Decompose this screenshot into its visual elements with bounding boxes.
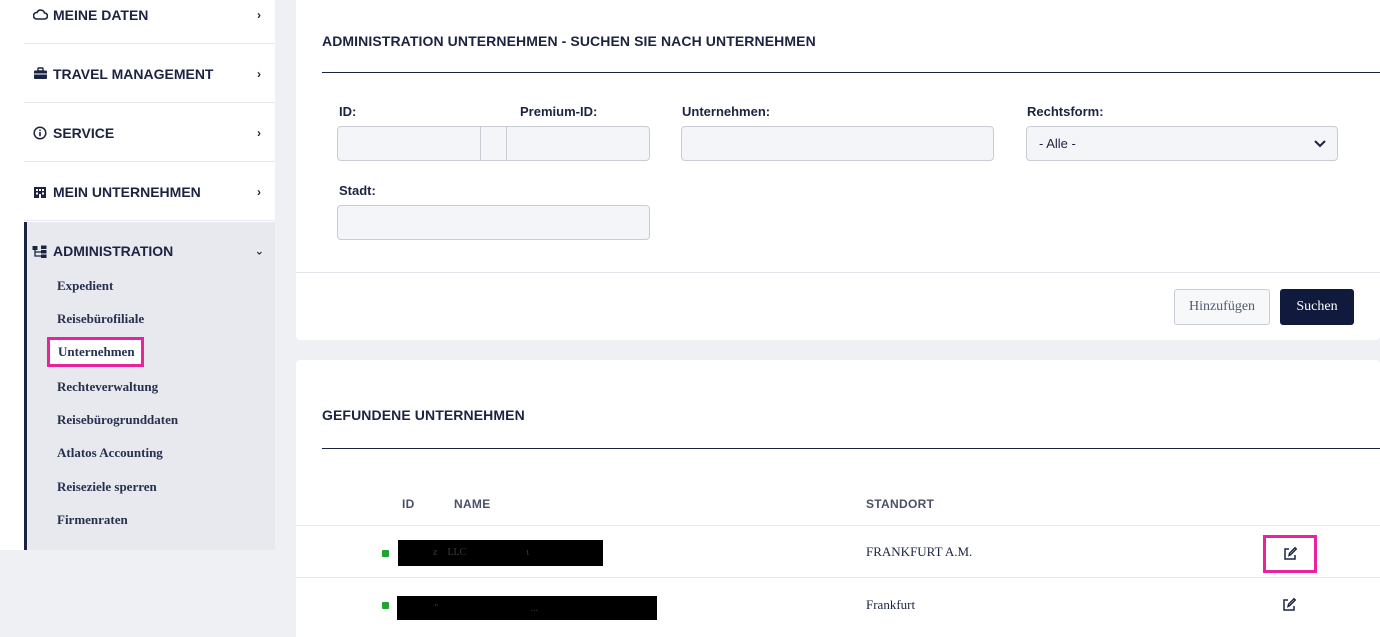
chevron-right-icon: › [257, 66, 261, 81]
location-cell: FRANKFURT A.M. [866, 544, 973, 559]
city-input[interactable] [337, 205, 650, 240]
results-panel: GEFUNDENE UNTERNEHMEN ID NAME STANDORT z… [296, 360, 1380, 637]
city-label: Stadt: [339, 183, 376, 198]
location-cell: Frankfurt [866, 597, 916, 612]
info-icon [32, 125, 48, 140]
company-label: Unternehmen: [682, 104, 771, 119]
chevron-right-icon: › [257, 184, 261, 199]
company-input[interactable] [681, 126, 994, 161]
divider [296, 272, 1380, 273]
column-header-name[interactable]: NAME [454, 497, 491, 511]
nav-label: MEIN UNTERNEHMEN [53, 183, 201, 200]
column-header-location[interactable]: STANDORT [866, 497, 934, 511]
nav-label: MEINE DATEN [53, 6, 149, 23]
nav-label: ADMINISTRATION [53, 243, 174, 259]
legal-form-label: Rechtsform: [1027, 104, 1104, 119]
sitemap-icon [32, 244, 48, 258]
status-indicator [382, 602, 389, 609]
edit-icon [1284, 546, 1298, 560]
sidebar: MEINE DATEN › TRAVEL MANAGEMENT › SERVIC… [0, 0, 275, 550]
chevron-down-icon [1313, 136, 1327, 150]
legal-form-select[interactable]: - Alle - [1026, 126, 1338, 161]
nav-service[interactable]: SERVICE › [24, 104, 275, 162]
table-row[interactable]: '' ... Frankfurt [296, 577, 1380, 629]
briefcase-icon [32, 67, 48, 81]
nav-travel-management[interactable]: TRAVEL MANAGEMENT › [24, 45, 275, 103]
subnav-firmenraten[interactable]: Firmenraten [57, 510, 128, 530]
building-icon [32, 185, 48, 199]
subnav-atlatos-accounting[interactable]: Atlatos Accounting [57, 443, 163, 463]
column-header-id[interactable]: ID [402, 497, 415, 511]
id-input[interactable] [337, 126, 481, 161]
nav-label: SERVICE [53, 124, 115, 141]
nav-meine-daten[interactable]: MEINE DATEN › [24, 0, 275, 44]
add-button[interactable]: Hinzufügen [1174, 289, 1270, 325]
chevron-right-icon: › [257, 125, 261, 140]
search-panel: ADMINISTRATION UNTERNEHMEN - SUCHEN SIE … [296, 0, 1380, 340]
chevron-right-icon: › [257, 7, 261, 22]
redacted-name: z LLC ι [398, 540, 603, 566]
subnav-reisebuerofiliale[interactable]: Reisebürofiliale [57, 309, 144, 329]
premium-id-label: Premium-ID: [520, 104, 598, 119]
divider [322, 448, 1380, 449]
search-button[interactable]: Suchen [1280, 289, 1354, 325]
edit-button[interactable] [1281, 597, 1299, 615]
nav-administration[interactable]: ADMINISTRATION ⌄ [27, 222, 275, 280]
nav-mein-unternehmen[interactable]: MEIN UNTERNEHMEN › [24, 163, 275, 221]
id-separator [481, 126, 507, 161]
nav-administration-group: ADMINISTRATION ⌄ Expedient Reisebürofili… [24, 222, 275, 550]
edit-button[interactable] [1263, 535, 1317, 573]
nav-label: TRAVEL MANAGEMENT [53, 65, 214, 82]
chevron-down-icon: ⌄ [254, 245, 264, 258]
legal-form-value: - Alle - [1039, 136, 1076, 151]
subnav-rechteverwaltung[interactable]: Rechteverwaltung [57, 377, 158, 397]
subnav-reisebuerogrunddaten[interactable]: Reisebürogrunddaten [57, 410, 178, 430]
status-indicator [382, 550, 389, 557]
cloud-icon [32, 8, 48, 22]
edit-icon [1283, 597, 1297, 611]
redacted-name: '' ... [397, 596, 657, 620]
results-title: GEFUNDENE UNTERNEHMEN [322, 407, 525, 423]
subnav-expedient[interactable]: Expedient [57, 276, 113, 296]
table-row[interactable]: z LLC ι FRANKFURT A.M. [296, 525, 1380, 577]
search-title: ADMINISTRATION UNTERNEHMEN - SUCHEN SIE … [322, 33, 816, 49]
divider [322, 72, 1380, 73]
premium-id-input[interactable] [507, 126, 650, 161]
subnav-reiseziele-sperren[interactable]: Reiseziele sperren [57, 477, 157, 497]
id-label: ID: [339, 104, 357, 119]
subnav-unternehmen[interactable]: Unternehmen [47, 337, 144, 367]
